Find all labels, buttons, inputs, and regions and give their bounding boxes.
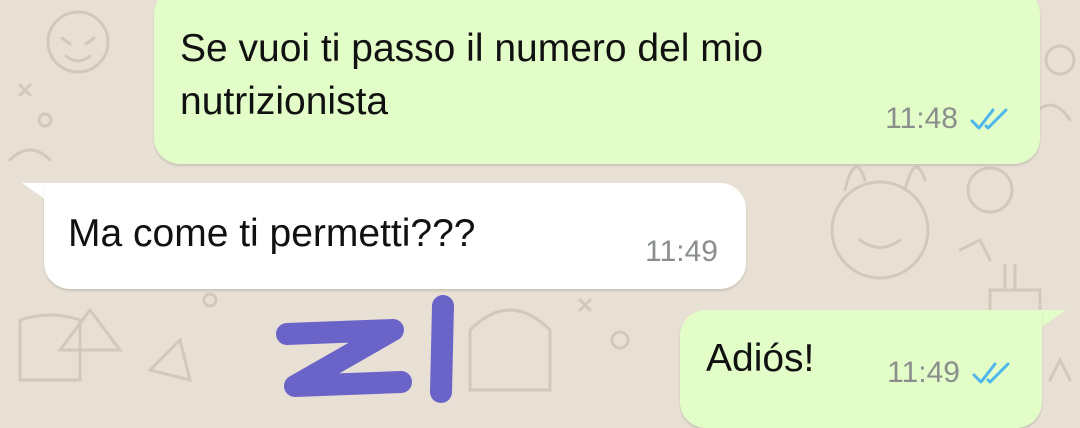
- message-meta: 11:48: [885, 102, 1014, 136]
- message-text: Se vuoi ti passo il numero del mio nutri…: [180, 27, 764, 123]
- message-time: 11:49: [887, 356, 960, 389]
- message-time: 11:49: [645, 235, 718, 268]
- message-meta: 11:49: [887, 356, 1016, 390]
- message-time: 11:48: [885, 102, 958, 135]
- handwritten-annotation: [276, 295, 454, 403]
- double-check-icon: [970, 108, 1008, 130]
- message-text: Ma come ti permetti???: [68, 212, 476, 255]
- outgoing-message-bubble[interactable]: Se vuoi ti passo il numero del mio nutri…: [154, 0, 1040, 164]
- incoming-message-bubble[interactable]: Ma come ti permetti??? 11:49: [44, 183, 746, 289]
- message-meta: 11:49: [645, 235, 718, 269]
- message-text: Adiós!: [706, 337, 815, 380]
- double-check-icon: [972, 362, 1010, 384]
- outgoing-message-bubble[interactable]: Adiós! 11:49: [680, 310, 1042, 428]
